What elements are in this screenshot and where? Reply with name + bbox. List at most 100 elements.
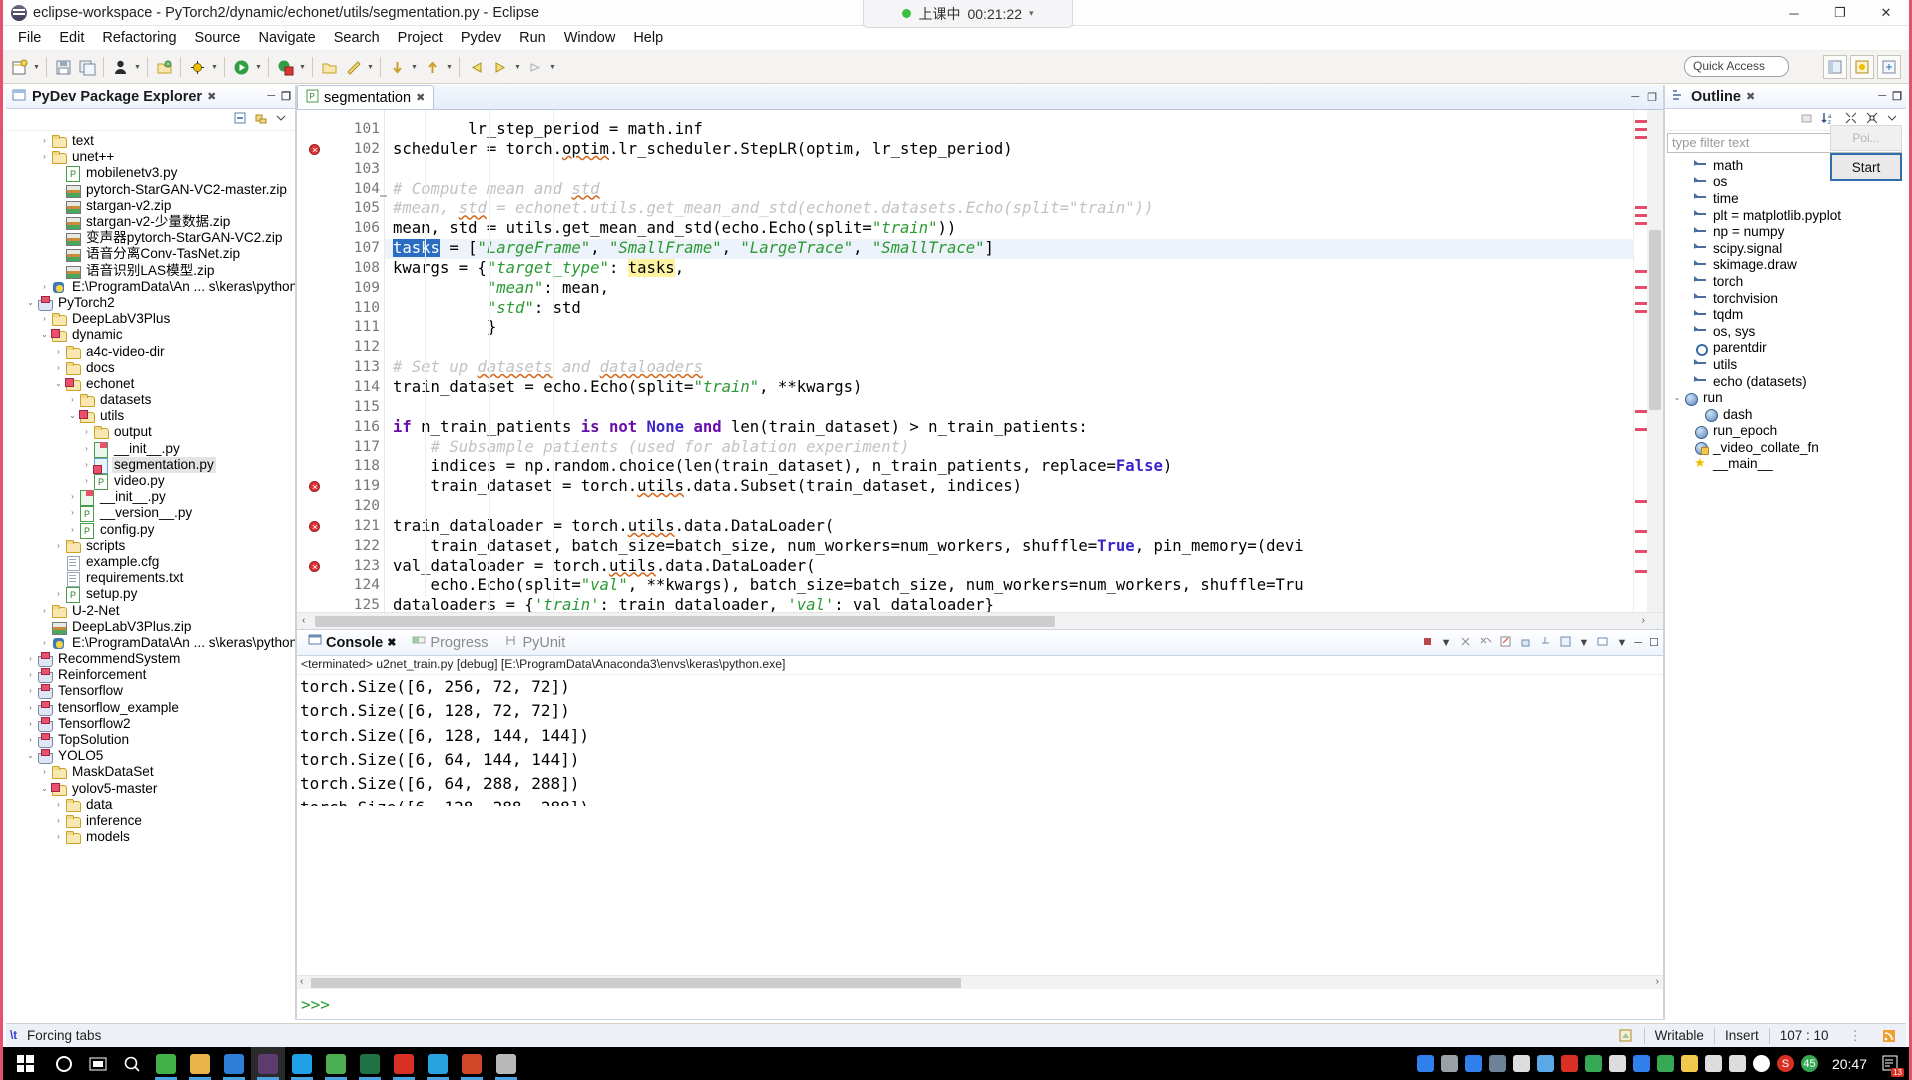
tree-item[interactable]: ⌄ YOLO5 [6,748,295,765]
tree-item[interactable]: example.cfg [6,554,295,571]
save-icon[interactable] [52,56,74,78]
line-number[interactable]: 123 [297,557,384,577]
windows-start-icon[interactable] [3,1047,47,1080]
tree-item[interactable]: › data [6,797,295,813]
chevron-down-icon[interactable]: ▼ [1579,637,1590,649]
line-number[interactable]: 124 [297,576,384,596]
minimize-icon[interactable]: ─ [1878,90,1886,103]
maximize-window-button[interactable]: ❐ [1817,0,1863,26]
tray-bug-icon[interactable] [1560,1055,1578,1072]
menu-file[interactable]: File [9,28,50,48]
tree-twisty-icon[interactable]: › [38,133,51,149]
tree-item[interactable]: 变声器pytorch-StarGAN-VC2.zip [6,230,295,247]
outline-item[interactable]: ⌄ run [1665,389,1906,406]
outline-item[interactable]: scipy.signal [1665,240,1906,257]
tree-twisty-icon[interactable]: › [80,441,93,457]
tree-item[interactable]: › RecommendSystem [6,651,295,668]
line-number[interactable]: 105 [297,199,384,219]
menu-refactoring[interactable]: Refactoring [93,28,185,48]
close-icon[interactable]: ✖ [207,90,216,103]
tab-pyunit[interactable]: PyUnit [497,632,572,653]
external-tools-dropdown-icon[interactable]: ▼ [365,56,376,78]
menu-search[interactable]: Search [325,28,389,48]
new-wizard-dropdown-icon[interactable]: ▼ [31,56,42,78]
chevron-down-icon[interactable]: ▼ [1616,637,1627,649]
quick-access-input[interactable]: Quick Access [1684,56,1789,77]
tree-item[interactable]: ⌄ PyTorch2 [6,295,295,311]
tray-image-icon[interactable] [1536,1055,1554,1072]
forward-dropdown-icon[interactable]: ▼ [512,56,523,78]
line-number[interactable]: 117 [297,438,384,458]
tree-item[interactable]: › Tensorflow2 [6,716,295,732]
perspective-pydev-button[interactable] [1823,55,1847,79]
line-number[interactable]: 118 [297,457,384,477]
console-prompt[interactable]: >>> [297,989,1663,1019]
last-edit-icon[interactable] [524,56,546,78]
tree-twisty-icon[interactable]: › [80,473,93,489]
remove-all-launches-icon[interactable] [1479,635,1492,651]
tree-twisty-icon[interactable]: › [24,667,37,683]
run-secure-dropdown-icon[interactable]: ▼ [297,56,308,78]
tree-twisty-icon[interactable]: › [80,457,93,473]
maximize-icon[interactable]: ☐ [1649,636,1659,649]
menu-help[interactable]: Help [624,28,672,48]
tree-twisty-icon[interactable]: ⌄ [66,408,79,424]
remove-launch-icon[interactable] [1459,635,1472,651]
outline-tab[interactable]: Outline ✖ ─ ❐ [1665,85,1906,109]
console-output[interactable]: torch.Size([6, 256, 72, 72]) torch.Size([… [297,675,1663,975]
tree-twisty-icon[interactable]: › [52,797,65,813]
open-console-icon[interactable] [1596,635,1609,651]
tree-item[interactable]: › TopSolution [6,732,295,749]
tree-item[interactable]: stargan-v2-少量数据.zip [6,214,295,231]
outline-item[interactable]: plt = matplotlib.pyplot [1665,207,1906,224]
run-dropdown-icon[interactable]: ▼ [253,56,264,78]
console-horizontal-scrollbar-thumb[interactable] [311,978,961,988]
outline-item[interactable]: np = numpy [1665,223,1906,240]
rss-icon[interactable] [1872,1025,1906,1047]
outline-tree[interactable]: math os time plt = matplotlib.pyplot np = nu… [1665,155,1906,1020]
tree-item[interactable]: › __init__.py [6,441,295,458]
tree-item[interactable]: ⌄ utils [6,408,295,424]
taskbar-powerpoint-icon[interactable] [455,1047,489,1080]
line-number[interactable]: 107 [297,239,384,259]
tree-item[interactable]: › inference [6,813,295,829]
link-with-editor-icon[interactable] [254,111,268,129]
tree-item[interactable]: › Reinforcement [6,667,295,684]
outline-item[interactable]: torch [1665,273,1906,290]
tree-twisty-icon[interactable]: › [52,360,65,376]
tree-item[interactable]: › setup.py [6,586,295,604]
outline-item[interactable]: parentdir [1665,340,1906,357]
clear-console-icon[interactable] [1499,635,1512,651]
tree-twisty-icon[interactable]: ⌄ [52,376,65,392]
tree-item[interactable]: › segmentation.py [6,456,295,474]
error-marker-icon[interactable] [309,478,320,498]
tree-twisty-icon[interactable]: › [66,489,79,505]
hide-fields-icon[interactable] [1800,111,1814,129]
tray-ime-icon[interactable]: 中 [1752,1055,1770,1072]
tree-item[interactable]: › MaskDataSet [6,764,295,780]
editor-horizontal-scrollbar-thumb[interactable] [315,616,1055,627]
tree-item[interactable]: › text [6,133,295,149]
tree-item[interactable]: › models [6,829,295,845]
editor-vertical-scrollbar-thumb[interactable] [1649,230,1661,410]
taskbar-pdf-icon[interactable] [387,1047,421,1080]
line-number[interactable]: 112 [297,338,384,358]
tray-sync-icon[interactable] [1488,1055,1506,1072]
tree-item[interactable]: 语音识别LAS模型.zip [6,263,295,279]
scroll-left-icon[interactable]: ‹ [302,615,305,626]
perspective-debug-button[interactable] [1850,55,1874,79]
open-type-icon[interactable] [153,56,175,78]
menu-window[interactable]: Window [555,28,625,48]
tree-item[interactable]: › a4c-video-dir [6,343,295,359]
taskbar-task-view-icon[interactable] [81,1047,115,1080]
tree-twisty-icon[interactable]: › [38,279,51,295]
close-window-button[interactable]: ✕ [1863,0,1909,26]
outline-item[interactable]: _video_collate_fn [1665,439,1906,456]
back-icon[interactable] [465,56,487,78]
taskbar-tim-icon[interactable] [285,1047,319,1080]
notification-icon[interactable]: 13 [1881,1054,1904,1077]
line-number[interactable]: 101 [297,120,384,140]
tree-twisty-icon[interactable]: › [80,424,93,440]
tray-plus-icon[interactable] [1680,1055,1698,1072]
tray-security-score-icon[interactable]: 45 [1800,1055,1818,1072]
